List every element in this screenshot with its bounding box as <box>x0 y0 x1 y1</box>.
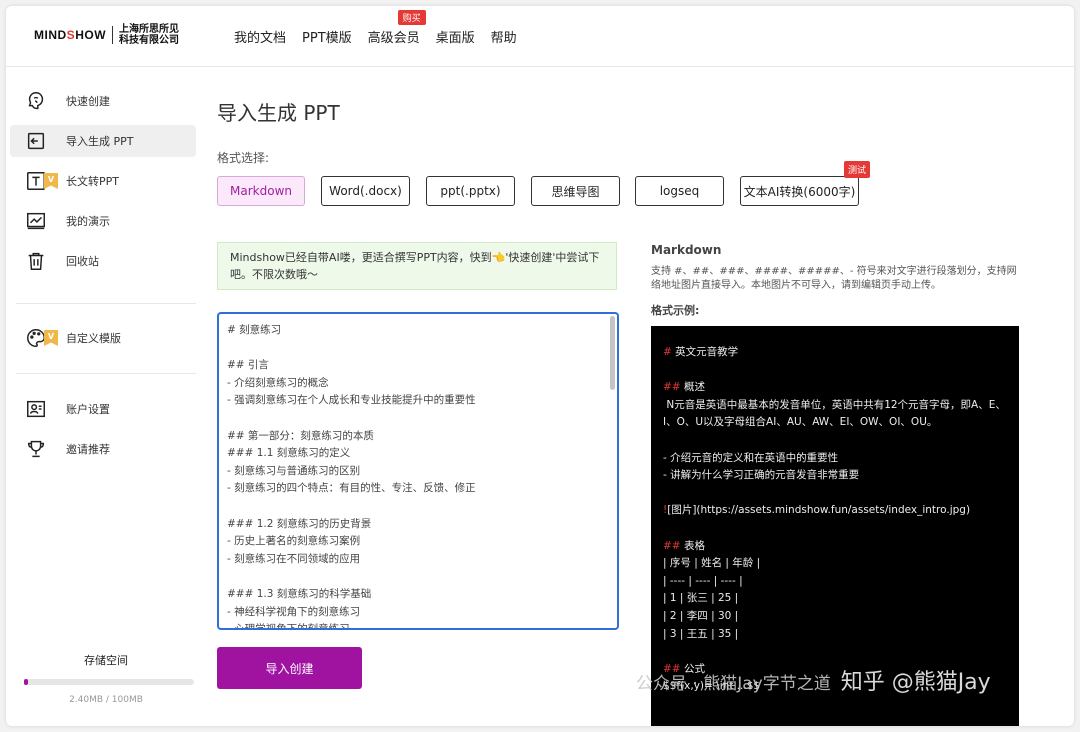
sidebar-item-label: 快速创建 <box>66 95 110 108</box>
editor-scrollbar[interactable] <box>610 316 615 390</box>
example-code: # 英文元音教学 ## 概述 N元音是英语中最基本的发音单位，英语中共有12个元… <box>663 346 1006 693</box>
main-content: 导入生成 PPT 格式选择: Markdown Word(.docx) ppt(… <box>216 67 1066 726</box>
nav-my-documents[interactable]: 我的文档 <box>234 27 286 46</box>
format-logseq-button[interactable]: logseq <box>635 176 724 206</box>
format-mindmap-button[interactable]: 思维导图 <box>531 176 620 206</box>
format-label: 格式选择: <box>217 151 270 165</box>
main-nav: 我的文档 PPT模版 高级会员 购买 桌面版 帮助 <box>234 6 533 66</box>
sidebar-item-label: 账户设置 <box>66 403 110 416</box>
nav-desktop[interactable]: 桌面版 <box>436 27 475 46</box>
sidebar-item-label: 我的演示 <box>66 215 110 228</box>
sidebar-item-label: 回收站 <box>66 255 99 268</box>
sidebar-item-label: 导入生成 PPT <box>66 135 134 148</box>
watermark: 公众号 · 熊猫Jay字节之道 知乎 @熊猫Jay <box>636 670 991 695</box>
markdown-editor[interactable]: # 刻意练习 ## 引言 - 介绍刻意练习的概念 - 强调刻意练习在个人成长和专… <box>217 312 619 630</box>
buy-badge: 购买 <box>397 9 426 25</box>
example-label: 格式示例: <box>651 304 700 317</box>
storage-progress-bar <box>24 679 194 685</box>
nav-ppt-templates[interactable]: PPT模版 <box>302 27 352 46</box>
top-navbar: MINDSHOW 上海所思所见 科技有限公司 我的文档 PPT模版 高级会员 购买 … <box>6 6 1074 67</box>
sidebar-item-invite[interactable]: 邀请推荐 <box>10 433 196 465</box>
logo[interactable]: MINDSHOW 上海所思所见 科技有限公司 <box>34 24 179 46</box>
import-create-button[interactable]: 导入创建 <box>217 647 362 689</box>
sidebar-item-label: 长文转PPT <box>66 175 119 188</box>
vip-badge: V <box>44 330 58 346</box>
sidebar-item-quick-create[interactable]: 快速创建 <box>10 85 196 117</box>
ai-notice-banner: Mindshow已经自带AI喽，更适合撰写PPT内容，快到👈'快速创建'中尝试下… <box>217 242 617 290</box>
account-icon <box>24 397 48 421</box>
brain-icon <box>24 89 48 113</box>
storage-usage-text: 2.40MB / 100MB <box>69 695 143 705</box>
sidebar-divider <box>16 373 196 374</box>
sidebar-item-my-presentations[interactable]: 我的演示 <box>10 205 196 237</box>
sidebar: 快速创建 导入生成 PPT V 长文转PPT 我的演示 回收站 V 自定义模版 … <box>6 67 206 726</box>
sidebar-item-label: 自定义模版 <box>66 332 121 345</box>
sidebar-item-long-text[interactable]: V 长文转PPT <box>10 165 196 197</box>
presentation-icon <box>24 209 48 233</box>
storage-progress-fill <box>24 679 29 685</box>
format-word-button[interactable]: Word(.docx) <box>321 176 410 206</box>
format-markdown-button[interactable]: Markdown <box>217 176 305 206</box>
page-title: 导入生成 PPT <box>217 101 340 125</box>
nav-premium[interactable]: 高级会员 购买 <box>368 9 426 46</box>
test-badge: 测试 <box>843 161 870 178</box>
palette-icon: V <box>24 326 58 350</box>
sidebar-item-label: 邀请推荐 <box>66 443 110 456</box>
markdown-help-description: 支持 #、##、###、####、#####、- 符号来对文字进行段落划分，支持… <box>651 266 1017 291</box>
sidebar-item-trash[interactable]: 回收站 <box>10 245 196 277</box>
editor-content[interactable]: # 刻意练习 ## 引言 - 介绍刻意练习的概念 - 强调刻意练习在个人成长和专… <box>219 314 617 628</box>
markdown-help-title: Markdown <box>651 243 722 257</box>
trophy-icon <box>24 437 48 461</box>
logo-brand: MINDSHOW <box>34 28 107 42</box>
sidebar-item-custom-template[interactable]: V 自定义模版 <box>10 322 196 354</box>
sidebar-item-account-settings[interactable]: 账户设置 <box>10 393 196 425</box>
logo-separator <box>112 26 114 44</box>
sidebar-divider <box>16 303 196 304</box>
app-window: MINDSHOW 上海所思所见 科技有限公司 我的文档 PPT模版 高级会员 购买 … <box>6 6 1074 726</box>
sidebar-item-import-ppt[interactable]: 导入生成 PPT <box>10 125 196 157</box>
logo-company: 上海所思所见 科技有限公司 <box>119 24 180 46</box>
trash-icon <box>24 249 48 273</box>
import-icon <box>24 129 48 153</box>
format-ai-text-button[interactable]: 文本AI转换(6000字) 测试 <box>740 161 870 206</box>
text-icon: V <box>24 169 58 193</box>
format-pptx-button[interactable]: ppt(.pptx) <box>426 176 515 206</box>
storage-title: 存储空间 <box>84 654 128 667</box>
vip-badge: V <box>44 173 58 189</box>
nav-help[interactable]: 帮助 <box>491 27 517 46</box>
